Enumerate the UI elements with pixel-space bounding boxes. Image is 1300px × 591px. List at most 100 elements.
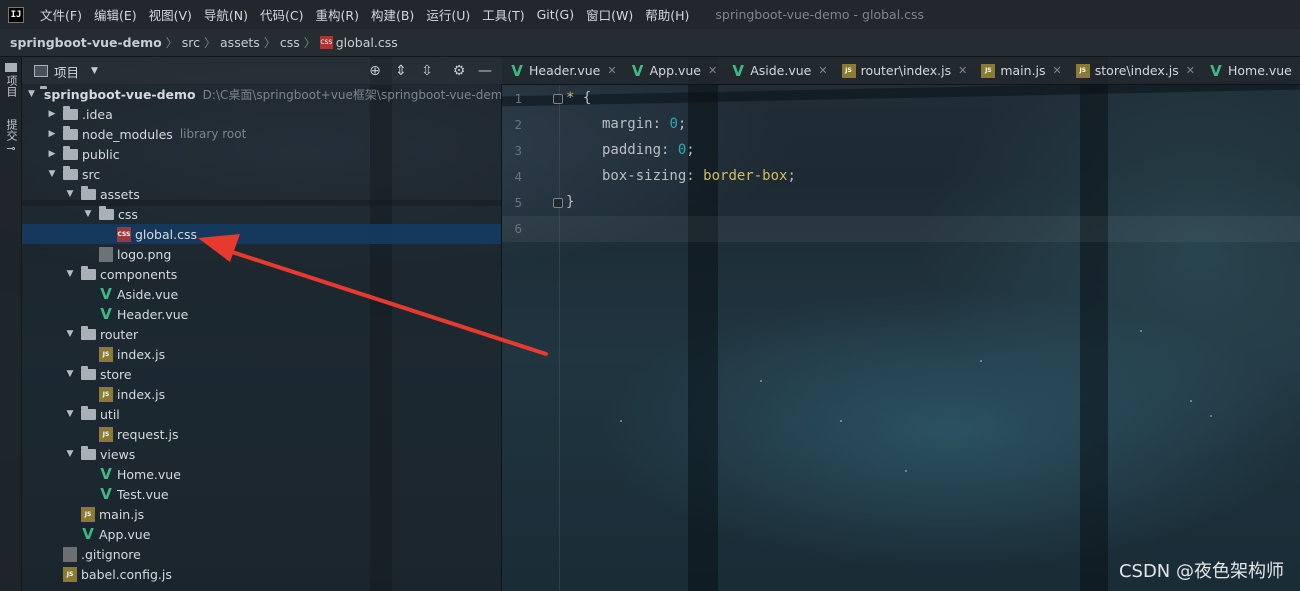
close-icon[interactable]: ✕ — [708, 64, 717, 77]
fold-marker-icon[interactable] — [553, 94, 563, 104]
tab-main-js[interactable]: JS main.js ✕ — [973, 57, 1067, 84]
tree-row[interactable]: ▼ assets — [22, 184, 501, 204]
close-icon[interactable]: ✕ — [818, 64, 827, 77]
chevron-down-icon[interactable]: ▼ — [91, 66, 98, 76]
js-file-icon: JS — [63, 566, 77, 582]
chevron-down-icon[interactable]: ▼ — [64, 409, 76, 419]
tree-row[interactable]: ▶ .idea — [22, 104, 501, 124]
tree-row[interactable]: ▼ src — [22, 164, 501, 184]
menu-git[interactable]: Git(G) — [531, 7, 581, 22]
tree-row[interactable]: JS main.js — [22, 504, 501, 524]
tree-row[interactable]: JS request.js — [22, 424, 501, 444]
tree-row[interactable]: .gitignore — [22, 544, 501, 564]
crosshair-icon[interactable]: ⊕ — [366, 62, 384, 80]
tree-row[interactable]: ▼ util — [22, 404, 501, 424]
chevron-down-icon[interactable]: ▼ — [46, 169, 58, 179]
menu-view[interactable]: 视图(V) — [143, 5, 198, 24]
menu-edit[interactable]: 编辑(E) — [88, 5, 143, 24]
vue-file-icon: V — [100, 464, 112, 483]
chevron-right-icon[interactable]: ▶ — [46, 109, 58, 119]
close-icon[interactable]: ✕ — [1186, 64, 1195, 77]
menu-code[interactable]: 代码(C) — [254, 5, 309, 24]
menu-navigate[interactable]: 导航(N) — [198, 5, 254, 24]
tree-row[interactable]: ▼ router — [22, 324, 501, 344]
chevron-down-icon[interactable]: ▼ — [64, 189, 76, 199]
breadcrumb-css[interactable]: css — [280, 35, 300, 50]
breadcrumb-separator-icon: 〉 — [303, 36, 316, 50]
folder-icon — [81, 325, 96, 340]
js-file-icon: JS — [99, 386, 113, 402]
menu-refactor[interactable]: 重构(R) — [310, 5, 365, 24]
chevron-right-icon[interactable]: ▶ — [46, 149, 58, 159]
tree-row[interactable]: ▶ public — [22, 144, 501, 164]
code-property: padding: — [602, 142, 678, 158]
tab-label: Header.vue — [529, 63, 601, 78]
project-tool-tab[interactable]: 项目 — [3, 63, 19, 97]
breadcrumb-file[interactable]: global.css — [336, 35, 398, 50]
tree-row[interactable]: JS index.js — [22, 344, 501, 364]
project-panel-title[interactable]: 项目 — [54, 62, 79, 81]
chevron-down-icon[interactable]: ▼ — [82, 209, 94, 219]
tree-row[interactable]: JS index.js — [22, 384, 501, 404]
project-panel-icon — [34, 65, 48, 77]
collapse-all-icon[interactable]: ⇳ — [418, 62, 436, 80]
tree-row[interactable]: logo.png — [22, 244, 501, 264]
breadcrumb-project[interactable]: springboot-vue-demo — [10, 35, 162, 50]
breadcrumb-separator-icon: 〉 — [204, 36, 217, 50]
tree-row[interactable]: ▼ springboot-vue-demo D:\C桌面\springboot+… — [22, 84, 501, 104]
line-number: 2 — [514, 117, 522, 132]
tree-row[interactable]: ▶ node_modules library root — [22, 124, 501, 144]
gear-icon[interactable]: ⚙ — [450, 62, 468, 80]
menu-file[interactable]: 文件(F) — [34, 5, 88, 24]
tree-row[interactable]: ▼ css — [22, 204, 501, 224]
commit-tool-tab[interactable]: 提交 ⊸ — [3, 119, 19, 155]
close-icon[interactable]: ✕ — [607, 64, 616, 77]
tab-home-vue[interactable]: V Home.vue ✕ — [1201, 57, 1300, 84]
tab-header-vue[interactable]: V Header.vue ✕ — [502, 57, 623, 84]
expand-all-icon[interactable]: ⇕ — [392, 62, 410, 80]
tree-row[interactable]: ▼ views — [22, 444, 501, 464]
tab-store-index-js[interactable]: JS store\index.js ✕ — [1068, 57, 1201, 84]
tab-app-vue[interactable]: V App.vue ✕ — [623, 57, 724, 84]
code-line-4: box-sizing: border-box; — [602, 168, 796, 184]
chevron-down-icon[interactable]: ▼ — [28, 89, 35, 99]
tree-row[interactable]: V Test.vue — [22, 484, 501, 504]
chevron-down-icon[interactable]: ▼ — [64, 269, 76, 279]
code-line-1: * { — [566, 90, 591, 106]
menu-build[interactable]: 构建(B) — [365, 5, 420, 24]
tab-label: Aside.vue — [750, 63, 812, 78]
project-panel-tools: ⊕ ⇕ ⇳ ⚙ — — [358, 57, 494, 85]
csdn-watermark: CSDN @夜色架构师 — [1118, 561, 1284, 582]
chevron-right-icon[interactable]: ▶ — [46, 129, 58, 139]
tree-row[interactable]: ▼ store — [22, 364, 501, 384]
tree-label: node_modules — [82, 126, 173, 142]
menu-run[interactable]: 运行(U) — [420, 5, 476, 24]
code-editor[interactable]: 1 2 3 4 5 6 * { margin: 0; padding: 0; b… — [502, 85, 1300, 591]
tree-row[interactable]: ▼ components — [22, 264, 501, 284]
chevron-down-icon[interactable]: ▼ — [64, 449, 76, 459]
close-icon[interactable]: ✕ — [958, 64, 967, 77]
menu-help[interactable]: 帮助(H) — [639, 5, 695, 24]
tree-row[interactable]: V Aside.vue — [22, 284, 501, 304]
breadcrumb-assets[interactable]: assets — [220, 35, 260, 50]
breadcrumb-src[interactable]: src — [182, 35, 200, 50]
menu-tools[interactable]: 工具(T) — [476, 5, 530, 24]
minimize-icon[interactable]: — — [476, 62, 494, 80]
code-brace: { — [574, 90, 592, 106]
tab-aside-vue[interactable]: V Aside.vue ✕ — [723, 57, 833, 84]
menu-window[interactable]: 窗口(W) — [580, 5, 639, 24]
tree-row[interactable]: V App.vue — [22, 524, 501, 544]
tree-row[interactable]: V Header.vue — [22, 304, 501, 324]
chevron-down-icon[interactable]: ▼ — [64, 369, 76, 379]
tab-router-index-js[interactable]: JS router\index.js ✕ — [834, 57, 974, 84]
chevron-down-icon[interactable]: ▼ — [64, 329, 76, 339]
intellij-logo-icon[interactable]: IJ — [8, 6, 24, 23]
fold-marker-icon[interactable] — [553, 198, 563, 208]
tree-label: springboot-vue-demo — [43, 86, 196, 102]
js-file-icon: JS — [99, 346, 113, 362]
tree-row-selected[interactable]: CSS global.css — [22, 224, 501, 244]
tree-row[interactable]: JS babel.config.js — [22, 564, 501, 584]
gitignore-file-icon — [63, 546, 77, 562]
close-icon[interactable]: ✕ — [1053, 64, 1062, 77]
tree-row[interactable]: V Home.vue — [22, 464, 501, 484]
